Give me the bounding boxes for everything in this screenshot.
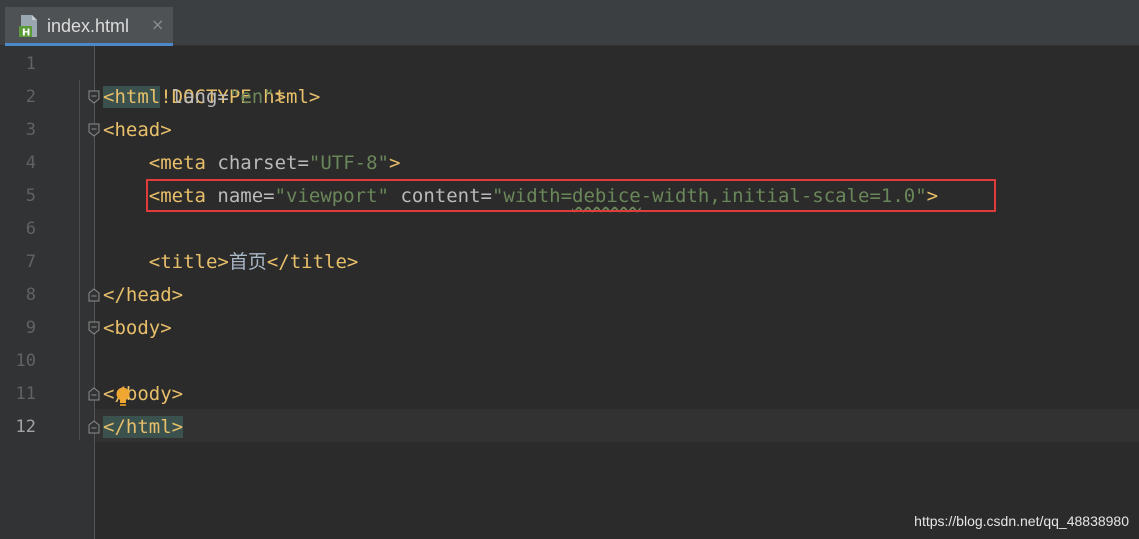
tag-token: </head> (103, 284, 184, 306)
fold-end-icon[interactable] (88, 288, 100, 302)
line-number: 4 (25, 153, 36, 173)
line-number: 5 (25, 186, 36, 206)
line-number: 6 (25, 219, 36, 239)
fold-collapse-icon[interactable] (88, 321, 100, 335)
tag-token: </title> (266, 251, 359, 273)
line-number: 7 (25, 252, 36, 272)
fold-end-icon[interactable] (88, 387, 100, 401)
close-icon[interactable]: × (151, 15, 164, 34)
tab-title: index.html (47, 16, 130, 36)
string-token: "en" (228, 86, 275, 108)
fold-collapse-icon[interactable] (88, 90, 100, 104)
html-file-icon: H (19, 15, 37, 39)
code-line-1[interactable]: <!DOCTYPE html> (103, 48, 321, 108)
tag-token: <html (103, 86, 161, 108)
lightbulb-icon[interactable] (115, 386, 131, 408)
fold-guide-line (79, 80, 80, 440)
line-number: 1 (25, 54, 36, 74)
attribute-token: charset= (205, 152, 309, 174)
tag-token: > (389, 152, 401, 174)
tag-token: <meta (148, 152, 206, 174)
tag-token: > (274, 86, 287, 108)
code-line-4[interactable]: <meta charset="UTF-8"> (103, 147, 401, 180)
line-number: 2 (25, 87, 36, 107)
watermark-text: https://blog.csdn.net/qq_48838980 (914, 513, 1129, 529)
line-number: 8 (25, 285, 36, 305)
line-number-current: 12 (15, 417, 36, 437)
highlight-annotation-box (146, 179, 996, 212)
code-line-7[interactable]: <title>首页</title> (103, 246, 359, 279)
tag-token: <body> (103, 317, 172, 339)
line-number-gutter: 1 2 3 4 5 6 7 8 9 10 11 12 (0, 46, 100, 539)
tag-token: </html> (103, 416, 184, 438)
svg-text:H: H (22, 28, 30, 39)
tag-token: < (103, 383, 115, 405)
current-line-highlight (95, 409, 1139, 442)
line-number: 11 (15, 384, 36, 404)
tag-token: <head> (103, 119, 172, 141)
code-line-12[interactable]: </html> (103, 411, 184, 444)
code-line-8[interactable]: </head> (103, 279, 183, 312)
code-editor[interactable]: 1 2 3 4 5 6 7 8 9 10 11 12 <!DOCTYPE htm… (0, 46, 1139, 539)
code-line-3[interactable]: <head> (103, 114, 172, 147)
string-token: "UTF-8" (308, 152, 389, 174)
attribute-token: lang= (160, 86, 229, 108)
fold-collapse-icon[interactable] (88, 123, 100, 137)
text-token: 首页 (228, 251, 267, 273)
code-line-2[interactable]: <html lang="en"> (103, 81, 286, 114)
line-number: 9 (25, 318, 36, 338)
line-number: 10 (15, 351, 36, 371)
tab-index-html[interactable]: H index.html × (5, 7, 173, 46)
fold-end-icon[interactable] (88, 420, 100, 434)
code-line-9[interactable]: <body> (103, 312, 172, 345)
tag-token: <title> (148, 251, 229, 273)
line-number: 3 (25, 120, 36, 140)
editor-tab-bar: H index.html × (0, 0, 1139, 46)
